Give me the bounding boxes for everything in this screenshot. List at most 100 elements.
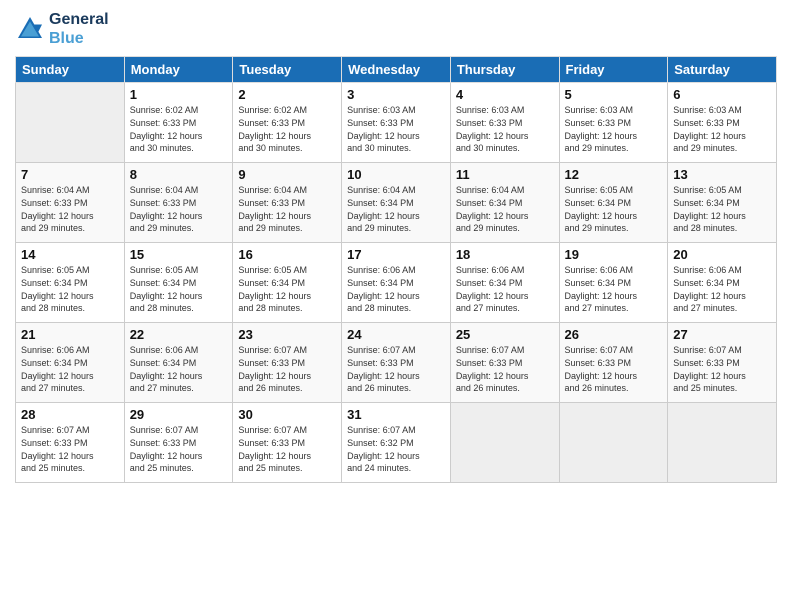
day-info: Sunrise: 6:04 AM Sunset: 6:34 PM Dayligh…: [347, 184, 445, 234]
day-number: 3: [347, 87, 445, 102]
calendar-cell: 18Sunrise: 6:06 AM Sunset: 6:34 PM Dayli…: [450, 243, 559, 323]
day-number: 29: [130, 407, 228, 422]
calendar-week-row: 28 Sunrise: 6:07 AM Sunset: 6:33 PM Dayli…: [16, 403, 777, 483]
day-number: 21: [21, 327, 119, 342]
day-number: 22: [130, 327, 228, 342]
weekday-header-cell: Thursday: [450, 57, 559, 83]
day-info: Sunrise: 6:06 AM Sunset: 6:34 PM Dayligh…: [673, 264, 771, 314]
weekday-header-cell: Saturday: [668, 57, 777, 83]
day-number: 23: [238, 327, 336, 342]
day-info: Sunrise: 6:06 AM Sunset: 6:34 PM Dayligh…: [347, 264, 445, 314]
day-info: Sunrise: 6:07 AM Sunset: 6:32 PM Dayligh…: [347, 424, 445, 474]
header: General Blue: [15, 10, 777, 48]
day-number: 28: [21, 407, 119, 422]
day-info: Sunrise: 6:07 AM Sunset: 6:33 PM Dayligh…: [347, 344, 445, 394]
day-number: 7: [21, 167, 119, 182]
day-info: Sunrise: 6:03 AM Sunset: 6:33 PM Dayligh…: [673, 104, 771, 154]
calendar-cell: 12Sunrise: 6:05 AM Sunset: 6:34 PM Dayli…: [559, 163, 668, 243]
day-info: Sunrise: 6:04 AM Sunset: 6:33 PM Dayligh…: [21, 184, 119, 234]
day-info: Sunrise: 6:07 AM Sunset: 6:33 PM Dayligh…: [238, 424, 336, 474]
calendar-cell: [559, 403, 668, 483]
day-number: 1: [130, 87, 228, 102]
calendar-body: 1 Sunrise: 6:02 AM Sunset: 6:33 PM Daylig…: [16, 83, 777, 483]
day-number: 24: [347, 327, 445, 342]
calendar-cell: 17 Sunrise: 6:06 AM Sunset: 6:34 PM Dayli…: [342, 243, 451, 323]
day-number: 10: [347, 167, 445, 182]
calendar-cell: 1 Sunrise: 6:02 AM Sunset: 6:33 PM Daylig…: [124, 83, 233, 163]
day-number: 4: [456, 87, 554, 102]
day-number: 19: [565, 247, 663, 262]
day-number: 5: [565, 87, 663, 102]
calendar-cell: 15 Sunrise: 6:05 AM Sunset: 6:34 PM Dayli…: [124, 243, 233, 323]
logo: General Blue: [15, 10, 109, 48]
day-info: Sunrise: 6:05 AM Sunset: 6:34 PM Dayligh…: [565, 184, 663, 234]
page-container: General Blue SundayMondayTuesdayWednesda…: [0, 0, 792, 493]
calendar-cell: 3 Sunrise: 6:03 AM Sunset: 6:33 PM Daylig…: [342, 83, 451, 163]
calendar-week-row: 21 Sunrise: 6:06 AM Sunset: 6:34 PM Dayli…: [16, 323, 777, 403]
calendar-cell: 6 Sunrise: 6:03 AM Sunset: 6:33 PM Daylig…: [668, 83, 777, 163]
calendar-cell: 22 Sunrise: 6:06 AM Sunset: 6:34 PM Dayli…: [124, 323, 233, 403]
day-number: 18: [456, 247, 554, 262]
calendar-cell: 24 Sunrise: 6:07 AM Sunset: 6:33 PM Dayli…: [342, 323, 451, 403]
calendar-cell: 27 Sunrise: 6:07 AM Sunset: 6:33 PM Dayli…: [668, 323, 777, 403]
logo-text: General Blue: [49, 10, 109, 48]
day-info: Sunrise: 6:07 AM Sunset: 6:33 PM Dayligh…: [565, 344, 663, 394]
day-number: 11: [456, 167, 554, 182]
day-number: 13: [673, 167, 771, 182]
calendar-cell: 11 Sunrise: 6:04 AM Sunset: 6:34 PM Dayli…: [450, 163, 559, 243]
day-info: Sunrise: 6:06 AM Sunset: 6:34 PM Dayligh…: [21, 344, 119, 394]
weekday-header-cell: Wednesday: [342, 57, 451, 83]
weekday-header-cell: Monday: [124, 57, 233, 83]
day-info: Sunrise: 6:05 AM Sunset: 6:34 PM Dayligh…: [673, 184, 771, 234]
calendar-cell: 7 Sunrise: 6:04 AM Sunset: 6:33 PM Daylig…: [16, 163, 125, 243]
calendar-cell: 8Sunrise: 6:04 AM Sunset: 6:33 PM Daylig…: [124, 163, 233, 243]
day-number: 9: [238, 167, 336, 182]
day-info: Sunrise: 6:04 AM Sunset: 6:33 PM Dayligh…: [238, 184, 336, 234]
day-info: Sunrise: 6:03 AM Sunset: 6:33 PM Dayligh…: [456, 104, 554, 154]
day-number: 26: [565, 327, 663, 342]
calendar-cell: 2 Sunrise: 6:02 AM Sunset: 6:33 PM Daylig…: [233, 83, 342, 163]
calendar-cell: 5 Sunrise: 6:03 AM Sunset: 6:33 PM Daylig…: [559, 83, 668, 163]
day-info: Sunrise: 6:05 AM Sunset: 6:34 PM Dayligh…: [130, 264, 228, 314]
calendar-week-row: 1 Sunrise: 6:02 AM Sunset: 6:33 PM Daylig…: [16, 83, 777, 163]
day-info: Sunrise: 6:02 AM Sunset: 6:33 PM Dayligh…: [238, 104, 336, 154]
day-number: 15: [130, 247, 228, 262]
day-number: 6: [673, 87, 771, 102]
day-number: 17: [347, 247, 445, 262]
day-info: Sunrise: 6:06 AM Sunset: 6:34 PM Dayligh…: [130, 344, 228, 394]
weekday-header-cell: Tuesday: [233, 57, 342, 83]
day-number: 30: [238, 407, 336, 422]
calendar-cell: [16, 83, 125, 163]
calendar-cell: 23 Sunrise: 6:07 AM Sunset: 6:33 PM Dayli…: [233, 323, 342, 403]
day-info: Sunrise: 6:07 AM Sunset: 6:33 PM Dayligh…: [130, 424, 228, 474]
logo-icon: [15, 14, 45, 44]
calendar-cell: 14 Sunrise: 6:05 AM Sunset: 6:34 PM Dayli…: [16, 243, 125, 323]
day-info: Sunrise: 6:04 AM Sunset: 6:33 PM Dayligh…: [130, 184, 228, 234]
day-number: 27: [673, 327, 771, 342]
day-info: Sunrise: 6:04 AM Sunset: 6:34 PM Dayligh…: [456, 184, 554, 234]
calendar-cell: 21 Sunrise: 6:06 AM Sunset: 6:34 PM Dayli…: [16, 323, 125, 403]
calendar-cell: 28 Sunrise: 6:07 AM Sunset: 6:33 PM Dayli…: [16, 403, 125, 483]
day-info: Sunrise: 6:02 AM Sunset: 6:33 PM Dayligh…: [130, 104, 228, 154]
day-number: 14: [21, 247, 119, 262]
day-info: Sunrise: 6:03 AM Sunset: 6:33 PM Dayligh…: [565, 104, 663, 154]
calendar-cell: 13 Sunrise: 6:05 AM Sunset: 6:34 PM Dayli…: [668, 163, 777, 243]
calendar-cell: 29 Sunrise: 6:07 AM Sunset: 6:33 PM Dayli…: [124, 403, 233, 483]
day-info: Sunrise: 6:05 AM Sunset: 6:34 PM Dayligh…: [238, 264, 336, 314]
weekday-header-cell: Friday: [559, 57, 668, 83]
calendar-cell: [668, 403, 777, 483]
day-info: Sunrise: 6:07 AM Sunset: 6:33 PM Dayligh…: [673, 344, 771, 394]
day-info: Sunrise: 6:06 AM Sunset: 6:34 PM Dayligh…: [565, 264, 663, 314]
calendar-cell: 4 Sunrise: 6:03 AM Sunset: 6:33 PM Daylig…: [450, 83, 559, 163]
day-info: Sunrise: 6:07 AM Sunset: 6:33 PM Dayligh…: [21, 424, 119, 474]
day-info: Sunrise: 6:03 AM Sunset: 6:33 PM Dayligh…: [347, 104, 445, 154]
day-info: Sunrise: 6:05 AM Sunset: 6:34 PM Dayligh…: [21, 264, 119, 314]
calendar-cell: [450, 403, 559, 483]
calendar-cell: 31 Sunrise: 6:07 AM Sunset: 6:32 PM Dayli…: [342, 403, 451, 483]
day-number: 2: [238, 87, 336, 102]
day-info: Sunrise: 6:07 AM Sunset: 6:33 PM Dayligh…: [238, 344, 336, 394]
calendar-cell: 10 Sunrise: 6:04 AM Sunset: 6:34 PM Dayli…: [342, 163, 451, 243]
weekday-header-cell: Sunday: [16, 57, 125, 83]
day-number: 31: [347, 407, 445, 422]
calendar-cell: 25Sunrise: 6:07 AM Sunset: 6:33 PM Dayli…: [450, 323, 559, 403]
